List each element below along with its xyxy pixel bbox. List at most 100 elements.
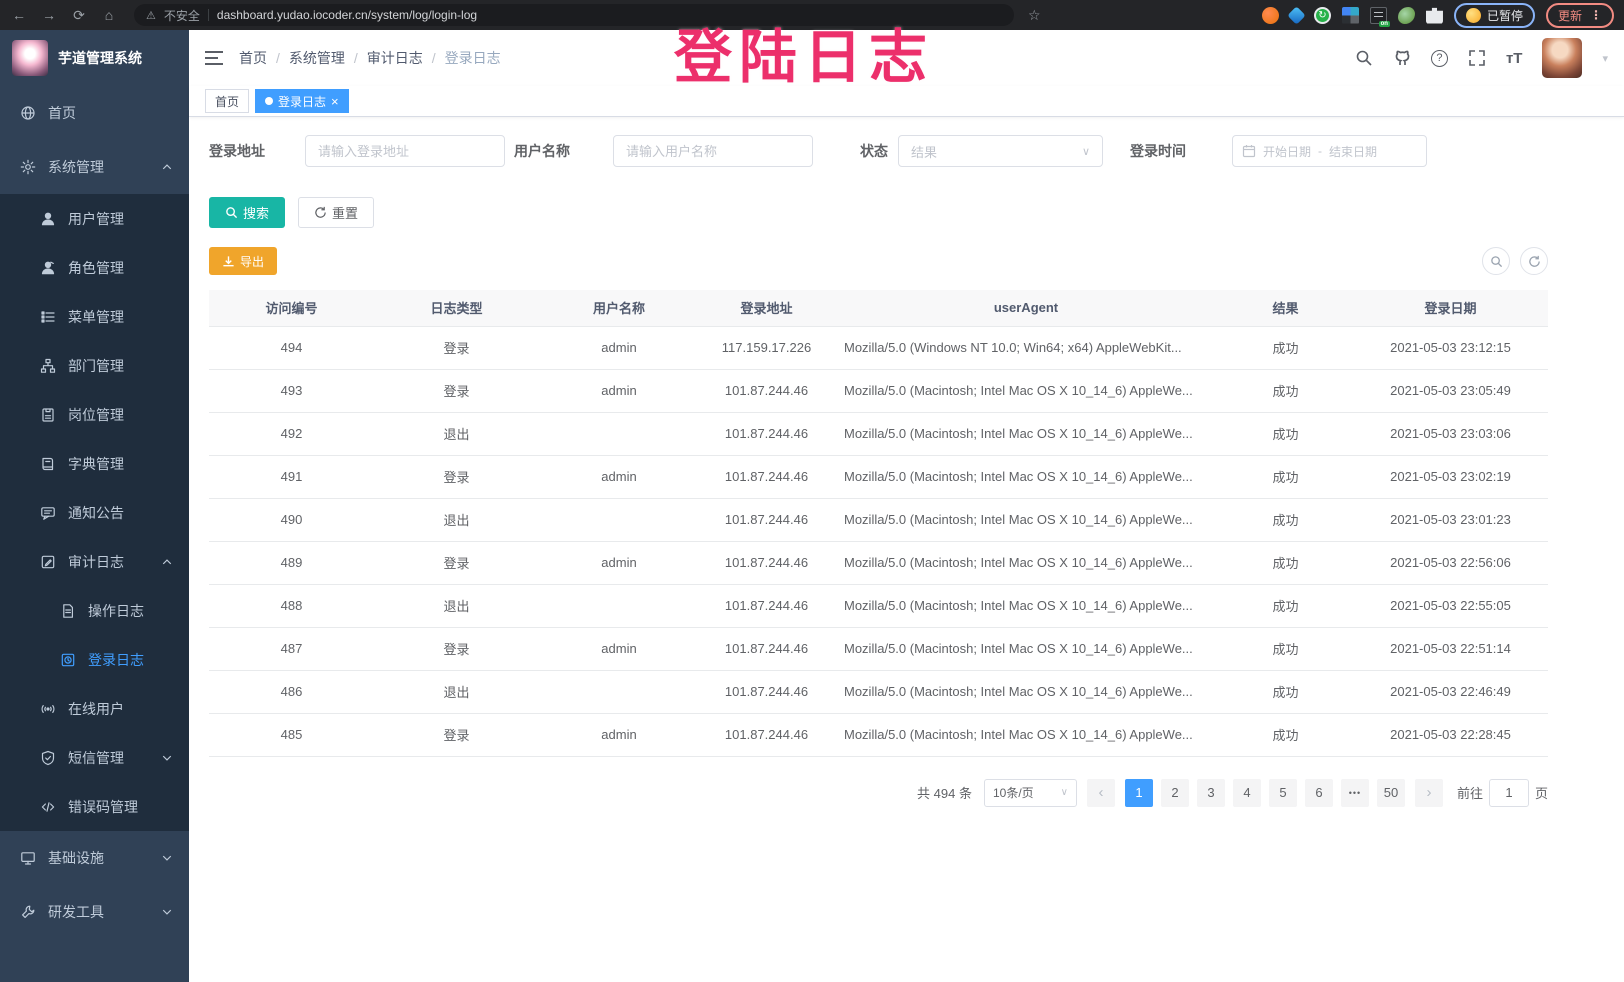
extension-blue-diamond-icon[interactable] — [1287, 6, 1305, 24]
sidebar-item-devtool[interactable]: 研发工具 — [0, 885, 189, 939]
login-address-input[interactable] — [305, 135, 505, 167]
sidebar-item-role[interactable]: 角色管理 — [0, 243, 189, 292]
browser-update-button[interactable]: 更新 ⋮ — [1546, 3, 1614, 28]
page-button-2[interactable]: 2 — [1161, 779, 1189, 807]
browser-menu-kebab-icon[interactable]: ⋮ — [1590, 8, 1602, 22]
extension-green-refresh-icon[interactable]: ↻ — [1314, 7, 1331, 24]
dept-tree-icon — [40, 358, 56, 374]
search-icon[interactable] — [1355, 49, 1373, 67]
sidebar-item-dept[interactable]: 部门管理 — [0, 341, 189, 390]
prev-page-button[interactable]: ‹ — [1087, 779, 1115, 807]
bookmark-star-icon[interactable]: ☆ — [1028, 7, 1041, 24]
extension-leaf-icon[interactable] — [1398, 7, 1415, 24]
github-icon[interactable] — [1393, 49, 1411, 67]
browser-reload-icon[interactable]: ⟳ — [70, 7, 88, 24]
page-button-6[interactable]: 6 — [1305, 779, 1333, 807]
table-cell: Mozilla/5.0 (Macintosh; Intel Mac OS X 1… — [834, 455, 1218, 498]
close-icon[interactable]: × — [331, 95, 339, 108]
goto-page-input[interactable] — [1489, 779, 1529, 807]
tab-0[interactable]: 首页 — [205, 89, 249, 113]
breadcrumb-item[interactable]: 审计日志 — [367, 48, 423, 68]
sidebar-item-operation-log[interactable]: 操作日志 — [0, 586, 189, 635]
sidebar-item-label: 通知公告 — [68, 503, 124, 523]
chevron-up-icon — [161, 556, 173, 568]
sidebar-item-infra[interactable]: 基础设施 — [0, 831, 189, 885]
sidebar-item-online-user[interactable]: 在线用户 — [0, 684, 189, 733]
breadcrumb-separator: / — [432, 50, 436, 66]
sidebar-item-user[interactable]: 用户管理 — [0, 194, 189, 243]
sidebar-item-label: 错误码管理 — [68, 797, 138, 817]
sidebar-item-audit[interactable]: 审计日志 — [0, 537, 189, 586]
reset-button-icon — [314, 206, 327, 219]
breadcrumb-item[interactable]: 系统管理 — [289, 48, 345, 68]
table-cell: Mozilla/5.0 (Macintosh; Intel Mac OS X 1… — [834, 541, 1218, 584]
table-cell: 2021-05-03 23:02:19 — [1353, 455, 1548, 498]
sidebar-item-error-code[interactable]: 错误码管理 — [0, 782, 189, 831]
extension-list-icon[interactable]: on — [1370, 7, 1387, 24]
magnifier-icon — [1490, 255, 1503, 268]
page-button-4[interactable]: 4 — [1233, 779, 1261, 807]
search-button[interactable]: 搜索 — [209, 197, 285, 228]
sidebar-item-sms[interactable]: 短信管理 — [0, 733, 189, 782]
sidebar-item-login-log[interactable]: 登录日志 — [0, 635, 189, 684]
sidebar-item-dict[interactable]: 字典管理 — [0, 439, 189, 488]
avatar-caret-down-icon[interactable]: ▾ — [1602, 52, 1608, 65]
sidebar-item-post[interactable]: 岗位管理 — [0, 390, 189, 439]
extension-grid-icon[interactable] — [1342, 7, 1359, 24]
breadcrumb: 首页/系统管理/审计日志/登录日志 — [239, 48, 501, 68]
reset-button[interactable]: 重置 — [298, 197, 374, 228]
page-button-3[interactable]: 3 — [1197, 779, 1225, 807]
username-input[interactable] — [613, 135, 813, 167]
url-text[interactable]: dashboard.yudao.iocoder.cn/system/log/lo… — [217, 8, 477, 22]
table-cell: 101.87.244.46 — [699, 412, 834, 455]
font-size-icon[interactable]: тT — [1506, 50, 1523, 67]
browser-forward-icon[interactable]: → — [40, 7, 58, 23]
sidebar-item-notice[interactable]: 通知公告 — [0, 488, 189, 537]
table-cell: 登录 — [374, 455, 539, 498]
role-icon — [40, 260, 56, 276]
page-size-select[interactable]: 10条/页 ∨ — [984, 779, 1077, 807]
status-select[interactable]: 结果 ∨ — [898, 135, 1103, 167]
refresh-button[interactable] — [1520, 247, 1548, 275]
table-cell: 101.87.244.46 — [699, 455, 834, 498]
pagination-ellipsis[interactable]: ••• — [1341, 779, 1369, 807]
table-cell: 2021-05-03 22:28:45 — [1353, 713, 1548, 756]
table-cell: 489 — [209, 541, 374, 584]
login-time-range-picker[interactable]: 开始日期 - 结束日期 — [1232, 135, 1427, 167]
sidebar-item-system[interactable]: 系统管理 — [0, 140, 189, 194]
browser-home-icon[interactable]: ⌂ — [100, 7, 118, 23]
table-cell — [539, 670, 699, 713]
app-logo-row[interactable]: 芋道管理系统 — [0, 30, 189, 86]
extension-orange-icon[interactable] — [1262, 7, 1279, 24]
table-body: 494登录admin117.159.17.226Mozilla/5.0 (Win… — [209, 326, 1548, 756]
sidebar-toggle-icon[interactable] — [205, 51, 223, 65]
profile-paused-label: 已暂停 — [1487, 7, 1523, 24]
sidebar-item-menu[interactable]: 菜单管理 — [0, 292, 189, 341]
tab-active-1[interactable]: 登录日志× — [255, 89, 349, 113]
next-page-button[interactable]: › — [1415, 779, 1443, 807]
login-time-label: 登录时间 — [1130, 141, 1186, 161]
table-cell: 退出 — [374, 584, 539, 627]
column-header: 登录日期 — [1353, 290, 1548, 326]
globe-icon — [20, 105, 36, 121]
sidebar-item-label: 用户管理 — [68, 209, 124, 229]
breadcrumb-item[interactable]: 首页 — [239, 48, 267, 68]
toggle-search-button[interactable] — [1482, 247, 1510, 275]
browser-profile-button[interactable]: 已暂停 — [1454, 3, 1535, 28]
export-button[interactable]: 导出 — [209, 247, 277, 275]
sidebar-item-home[interactable]: 首页 — [0, 86, 189, 140]
browser-back-icon[interactable]: ← — [10, 7, 28, 23]
page-button-5[interactable]: 5 — [1269, 779, 1297, 807]
export-button-label: 导出 — [240, 253, 264, 270]
fullscreen-icon[interactable] — [1468, 49, 1486, 67]
not-secure-label[interactable]: 不安全 — [164, 7, 200, 24]
page-button-50[interactable]: 50 — [1377, 779, 1405, 807]
tags-bar: 首页登录日志× — [189, 86, 1624, 117]
user-avatar[interactable] — [1542, 38, 1582, 78]
extensions-puzzle-icon[interactable] — [1426, 7, 1443, 24]
address-divider — [208, 9, 209, 21]
page-button-1[interactable]: 1 — [1125, 779, 1153, 807]
address-bar[interactable]: ⚠ 不安全 dashboard.yudao.iocoder.cn/system/… — [134, 4, 1014, 26]
help-icon[interactable]: ? — [1431, 50, 1448, 67]
sidebar-item-label: 系统管理 — [48, 157, 104, 177]
